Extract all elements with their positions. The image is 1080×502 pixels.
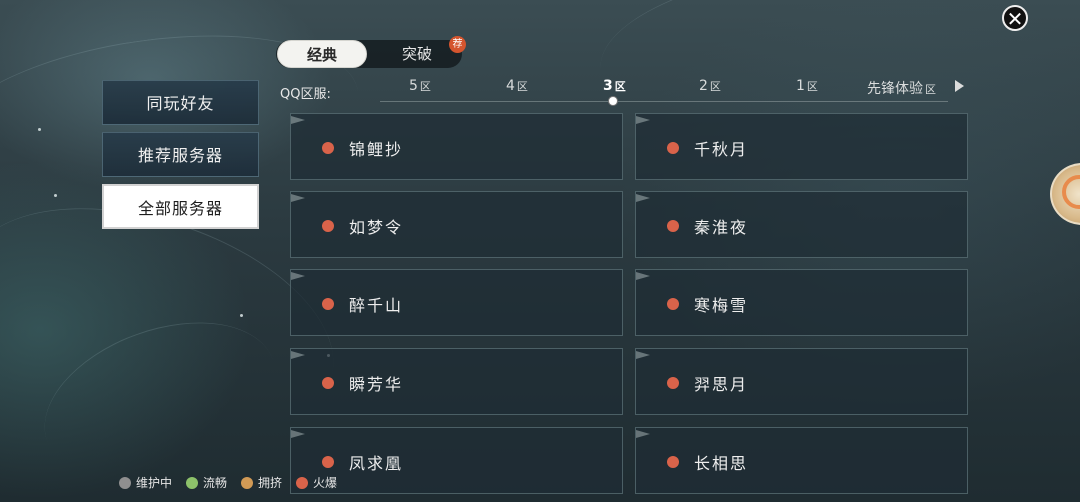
legend-item: 火爆 [296, 474, 337, 491]
zone-tab[interactable]: 2区 [699, 78, 721, 94]
status-dot-icon [322, 377, 334, 389]
flag-icon [636, 430, 650, 438]
sparkle [54, 194, 57, 197]
legend-item: 流畅 [186, 474, 227, 491]
close-icon: ✕ [1006, 7, 1024, 31]
zone-tab-number: 4 [506, 78, 515, 94]
sidebar-item[interactable]: 同玩好友 [102, 80, 259, 125]
mode-tab-group: 经典 突破 [276, 40, 462, 68]
server-card[interactable]: 瞬芳华 [290, 348, 623, 415]
legend-dot-icon [186, 476, 199, 489]
server-card[interactable]: 秦淮夜 [635, 191, 968, 258]
flag-icon [291, 194, 305, 202]
zone-tab-suffix: 区 [419, 80, 431, 93]
server-name: 秦淮夜 [694, 218, 749, 237]
floating-assistant-icon[interactable] [1050, 163, 1080, 225]
assistant-ring-icon [1062, 175, 1080, 209]
background-streak [23, 293, 297, 502]
server-card[interactable]: 凤求凰 [290, 427, 623, 494]
server-name: 凤求凰 [349, 454, 404, 473]
server-name: 锦鲤抄 [349, 140, 404, 159]
zone-tab-suffix: 区 [709, 80, 721, 93]
sparkle [38, 128, 41, 131]
sidebar-item[interactable]: 推荐服务器 [102, 132, 259, 177]
zone-selected-marker-icon [608, 96, 618, 106]
zone-label: QQ区服: [280, 87, 331, 102]
close-button[interactable]: ✕ [1002, 5, 1028, 31]
server-card[interactable]: 醉千山 [290, 269, 623, 336]
zone-tab-suffix: 区 [925, 83, 936, 96]
status-legend: 维护中 流畅 拥挤 火爆 [119, 474, 337, 491]
zone-track [380, 101, 948, 102]
legend-dot-icon [241, 476, 254, 489]
legend-label: 拥挤 [258, 476, 283, 490]
legend-item: 维护中 [119, 474, 172, 491]
sidebar-item[interactable]: 全部服务器 [102, 184, 259, 229]
zone-tab-number: 3 [603, 78, 613, 94]
recommend-badge: 荐 [449, 36, 466, 53]
zone-tab-suffix: 区 [516, 80, 528, 93]
zone-tab-suffix: 区 [806, 80, 818, 93]
tab-classic[interactable]: 经典 [277, 40, 367, 68]
flag-icon [291, 272, 305, 280]
zone-tab-suffix: 区 [614, 80, 626, 93]
zone-next-arrow-icon[interactable] [955, 80, 964, 92]
sparkle [240, 314, 243, 317]
status-dot-icon [667, 377, 679, 389]
zone-tab-number: 先锋体验 [867, 81, 923, 97]
server-name: 寒梅雪 [694, 296, 749, 315]
zone-tab[interactable]: 1区 [796, 78, 818, 94]
legend-item: 拥挤 [241, 474, 282, 491]
server-card[interactable]: 寒梅雪 [635, 269, 968, 336]
zone-tab-number: 5 [409, 78, 418, 94]
status-dot-icon [667, 142, 679, 154]
status-dot-icon [667, 220, 679, 232]
flag-icon [291, 430, 305, 438]
flag-icon [636, 194, 650, 202]
zone-tab-number: 2 [699, 78, 708, 94]
flag-icon [636, 116, 650, 124]
server-card[interactable]: 如梦令 [290, 191, 623, 258]
flag-icon [636, 272, 650, 280]
server-name: 瞬芳华 [349, 375, 404, 394]
status-dot-icon [667, 456, 679, 468]
zone-tab-number: 1 [796, 78, 805, 94]
legend-dot-icon [296, 476, 309, 489]
flag-icon [636, 351, 650, 359]
status-dot-icon [667, 298, 679, 310]
legend-label: 火爆 [313, 476, 338, 490]
server-name: 长相思 [694, 454, 749, 473]
status-dot-icon [322, 456, 334, 468]
server-card[interactable]: 羿思月 [635, 348, 968, 415]
server-card[interactable]: 长相思 [635, 427, 968, 494]
server-select-screen: ✕ 经典 突破 荐 QQ区服: 5 区 4 区 3 区 2 区 1 区先锋体验区 同玩好友 推荐服务… [0, 0, 1080, 502]
server-name: 醉千山 [349, 296, 404, 315]
flag-icon [291, 351, 305, 359]
status-dot-icon [322, 298, 334, 310]
status-dot-icon [322, 142, 334, 154]
zone-tab[interactable]: 先锋体验区 [867, 78, 936, 98]
server-name: 如梦令 [349, 218, 404, 237]
legend-label: 流畅 [203, 476, 228, 490]
zone-tab[interactable]: 5区 [409, 78, 431, 94]
server-card[interactable]: 锦鲤抄 [290, 113, 623, 180]
legend-dot-icon [119, 476, 131, 489]
flag-icon [291, 116, 305, 124]
zone-tab[interactable]: 3区 [603, 78, 626, 94]
server-name: 羿思月 [694, 375, 749, 394]
server-name: 千秋月 [694, 140, 749, 159]
legend-label: 维护中 [136, 476, 173, 490]
zone-tab[interactable]: 4区 [506, 78, 528, 94]
server-card[interactable]: 千秋月 [635, 113, 968, 180]
status-dot-icon [322, 220, 334, 232]
